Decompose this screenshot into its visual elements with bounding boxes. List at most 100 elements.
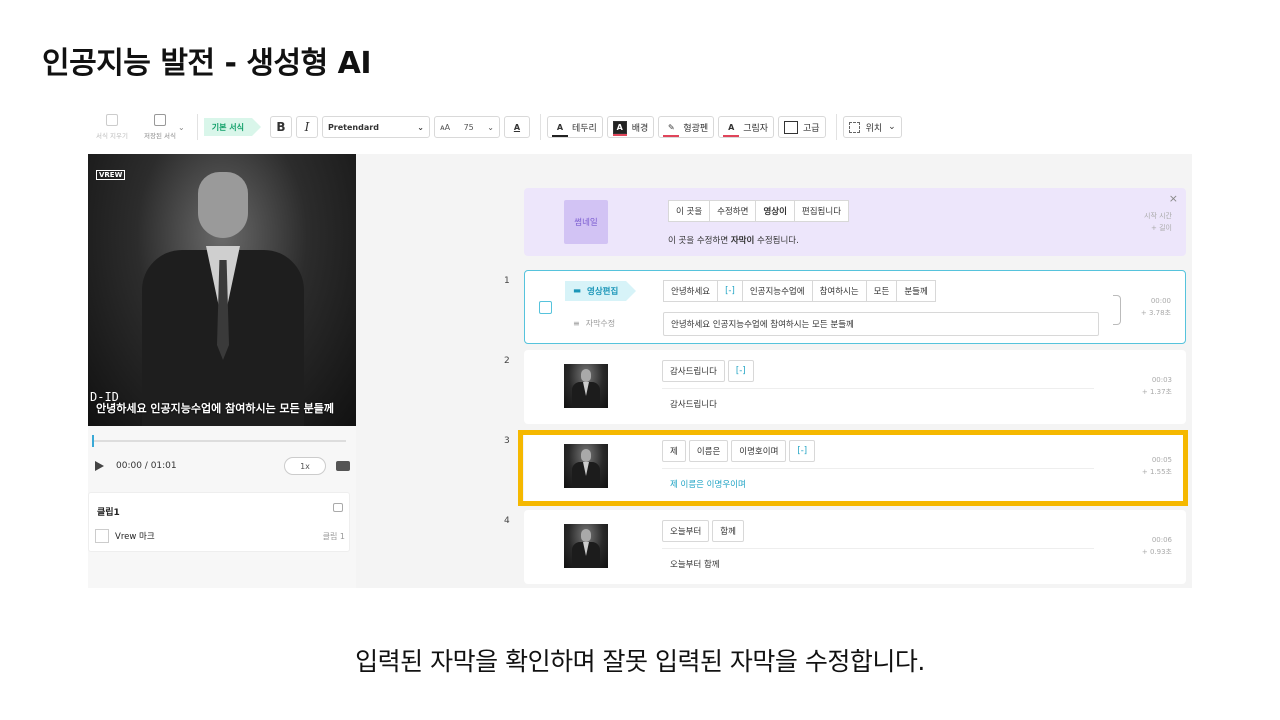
word-chip[interactable]: 이 곳을 [668, 200, 711, 222]
clear-format-button[interactable]: 서식 지우기 [88, 107, 136, 147]
speed-button[interactable]: 1x [284, 457, 326, 475]
word-chip[interactable]: 함께 [712, 520, 744, 542]
meta-start-label: 시작 시간 [1144, 212, 1172, 220]
word-chip[interactable]: 안녕하세요 [663, 280, 719, 302]
row-number: 4 [504, 516, 510, 526]
word-chip[interactable]: 수정하면 [709, 200, 757, 222]
word-chip[interactable]: 편집됩니다 [793, 200, 850, 222]
word-chip[interactable]: 모든 [865, 280, 898, 302]
chevron-down-icon: ⌄ [888, 122, 896, 132]
background-button[interactable]: A 배경 [606, 116, 655, 138]
word-row: 감사드립니다 [-] [662, 360, 757, 382]
italic-button[interactable]: I [295, 116, 318, 138]
close-icon[interactable]: × [1169, 192, 1178, 205]
thumbnail-label[interactable]: 썸네일 [564, 200, 608, 244]
word-chip[interactable]: [-] [727, 360, 754, 382]
format-toolbar: 서식 지우기 저장된 서식 ⌄ 기본 서식 B I Pretendard ⌄ ᴀ… [88, 104, 1192, 150]
playback-time: 00:00 / 01:01 [116, 461, 177, 471]
font-select[interactable]: Pretendard ⌄ [321, 116, 430, 138]
font-color-button[interactable]: A [503, 116, 530, 138]
caption-toggle-icon[interactable] [336, 461, 350, 471]
chevron-down-icon[interactable]: ⌄ [178, 123, 185, 132]
clip-checkbox[interactable] [95, 529, 109, 543]
subtitle-text[interactable]: 감사드립니다 [670, 398, 717, 410]
thumbnail-meta: 시작 시간 + 길이 [1144, 210, 1172, 234]
row-divider [662, 548, 1094, 549]
saved-format-label: 저장된 서식 [144, 132, 176, 140]
font-size-value: 75 [463, 122, 474, 132]
word-chip[interactable]: 분들께 [896, 280, 936, 302]
subtitle-text[interactable]: 오늘부터 함께 [670, 558, 720, 570]
advanced-icon [784, 120, 799, 134]
row-thumbnail [564, 364, 608, 408]
vrew-editor: 서식 지우기 저장된 서식 ⌄ 기본 서식 B I Pretendard ⌄ ᴀ… [88, 104, 1192, 588]
clapper-icon: ▬ [573, 286, 582, 296]
word-chip[interactable]: 오늘부터 [662, 520, 710, 542]
background-icon: A [612, 120, 627, 136]
position-icon [848, 121, 860, 133]
speaker-head [198, 172, 248, 238]
saved-format-icon [154, 114, 166, 126]
border-button[interactable]: A 테두리 [546, 116, 603, 138]
subtitle-row[interactable]: ▬ 영상편집 ≡ 자막수정 안녕하세요 [-] 인공지능수업에 참여하시는 모든 분… [524, 270, 1186, 344]
row-time: 00:03 [1151, 376, 1172, 384]
row-length: + 1.37초 [1141, 388, 1172, 396]
shadow-button[interactable]: A 그림자 [718, 116, 775, 138]
subtitle-editor-panel: 썸네일 이 곳을 수정하면 영상이 편집됩니다 이 곳을 수정하면 자막이 수정… [356, 154, 1192, 588]
video-edit-tag[interactable]: ▬ 영상편집 [565, 281, 637, 301]
row-meta: 00:06 + 0.93초 [1142, 534, 1172, 558]
row-time: 00:06 [1151, 536, 1172, 544]
highlighter-button[interactable]: ✎ 형광펜 [658, 116, 715, 138]
clip-title: 클립1 [97, 508, 120, 518]
word-chip[interactable]: 인공지능수업에 [741, 280, 813, 302]
font-size-select[interactable]: ᴀA 75 ⌄ [433, 116, 500, 138]
lines-icon: ≡ [573, 319, 580, 328]
font-size-icon: ᴀA [439, 122, 451, 132]
word-chip[interactable]: 감사드립니다 [662, 360, 725, 382]
position-button[interactable]: 위치 ⌄ [842, 116, 902, 138]
slide-caption: 입력된 자막을 확인하며 잘못 입력된 자막을 수정합니다. [355, 647, 925, 676]
word-row: 오늘부터 함께 [662, 520, 747, 542]
word-chip[interactable]: [-] [717, 280, 743, 302]
basic-format-tag: 기본 서식 [203, 118, 262, 136]
background-label: 배경 [631, 123, 649, 134]
saved-format-button[interactable]: 저장된 서식 [136, 107, 184, 147]
subtitle-row[interactable]: 감사드립니다 [-] 감사드립니다 00:03 + 1.37초 [524, 350, 1186, 424]
clip-add-icon[interactable] [333, 503, 343, 512]
thumbnail-word-row: 이 곳을 수정하면 영상이 편집됩니다 [668, 200, 850, 222]
row-length: + 3.78초 [1140, 309, 1171, 317]
playback-progress-bar[interactable] [92, 435, 346, 447]
highlight-box [518, 430, 1188, 506]
subtitle-input[interactable]: 안녕하세요 인공지능수업에 참여하시는 모든 분들께 [663, 312, 1099, 336]
vrew-logo: VREW [96, 170, 126, 180]
row-number: 2 [504, 356, 510, 366]
clear-format-icon [106, 114, 118, 126]
clip-row[interactable]: Vrew 마크 클립 1 [95, 529, 345, 543]
clip-panel: 클립1 Vrew 마크 클립 1 [88, 492, 350, 552]
row-meta: 00:00 + 3.78초 [1141, 295, 1171, 319]
subtitle-edit-label: ≡ 자막수정 [573, 318, 615, 329]
row-time: 00:00 [1150, 297, 1171, 305]
word-chip[interactable]: 참여하시는 [811, 280, 867, 302]
row-number: 1 [504, 276, 510, 286]
video-subtitle: 안녕하세요 인공지능수업에 참여하시는 모든 분들께 [96, 402, 334, 415]
bold-button[interactable]: B [269, 116, 292, 138]
hint-text: 수정됩니다. [754, 236, 799, 246]
highlighter-icon: ✎ [663, 121, 680, 137]
return-icon [1113, 295, 1121, 325]
position-label: 위치 [865, 123, 883, 134]
meta-length-label: + 길이 [1151, 224, 1172, 232]
play-icon[interactable] [95, 461, 104, 471]
video-preview[interactable]: VREW D-ID 안녕하세요 인공지능수업에 참여하시는 모든 분들께 [88, 154, 356, 426]
thumbnail-card: 썸네일 이 곳을 수정하면 영상이 편집됩니다 이 곳을 수정하면 자막이 수정… [524, 188, 1186, 256]
shadow-icon: A [723, 121, 740, 137]
row-checkbox[interactable] [539, 301, 552, 314]
subtitle-row[interactable]: 오늘부터 함께 오늘부터 함께 00:06 + 0.93초 [524, 510, 1186, 584]
row-thumbnail [564, 524, 608, 568]
word-chip[interactable]: 영상이 [755, 200, 795, 222]
slide-title: 인공지능 발전 - 생성형 AI [42, 46, 372, 81]
playback-scrubber[interactable] [92, 435, 94, 447]
advanced-button[interactable]: 고급 [778, 116, 826, 138]
clip-row-label: Vrew 마크 [115, 532, 155, 542]
chevron-down-icon: ⌄ [417, 122, 424, 132]
